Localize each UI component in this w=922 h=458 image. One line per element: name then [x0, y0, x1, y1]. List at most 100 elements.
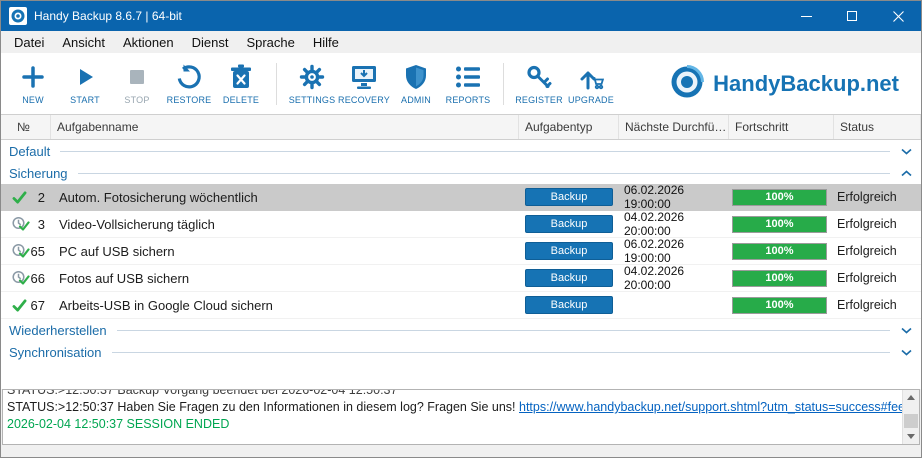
group-row-sicherung[interactable]: Sicherung: [1, 162, 921, 184]
task-id: 65: [31, 244, 51, 259]
chevron-down-icon[interactable]: [899, 349, 913, 356]
chevron-up-icon[interactable]: [899, 170, 913, 177]
task-table: Default Sicherung 2 Autom. Fotosicherung…: [1, 140, 921, 389]
chevron-down-icon[interactable]: [899, 327, 913, 334]
menu-sprache[interactable]: Sprache: [237, 33, 303, 52]
maximize-icon: [847, 11, 857, 21]
chevron-down-icon[interactable]: [899, 148, 913, 155]
menu-dienst[interactable]: Dienst: [183, 33, 238, 52]
stop-button[interactable]: STOP: [111, 56, 163, 112]
plus-icon: [21, 63, 45, 91]
group-label: Sicherung: [9, 166, 68, 181]
new-button[interactable]: NEW: [7, 56, 59, 112]
settings-button[interactable]: SETTINGS: [286, 56, 338, 112]
restore-button[interactable]: RESTORE: [163, 56, 215, 112]
task-next-run: 04.02.2026 20:00:00: [619, 264, 729, 292]
progress-value: 100%: [733, 217, 826, 232]
table-row[interactable]: 66 Fotos auf USB sichern Backup 04.02.20…: [1, 265, 921, 292]
upgrade-cart-icon: [578, 63, 604, 91]
clock-check-icon: [12, 243, 31, 259]
progress-bar: 100%: [732, 243, 827, 260]
trash-icon: [229, 63, 253, 91]
brand-logo-text: HandyBackup.net: [713, 71, 899, 97]
task-type-button[interactable]: Backup: [525, 215, 613, 233]
task-type-button[interactable]: Backup: [525, 269, 613, 287]
task-next-run: 04.02.2026 20:00:00: [619, 210, 729, 238]
table-row[interactable]: 2 Autom. Fotosicherung wöchentlich Backu…: [1, 184, 921, 211]
minimize-icon: [801, 11, 812, 22]
task-type-button[interactable]: Backup: [525, 188, 613, 206]
task-type-button[interactable]: Backup: [525, 296, 613, 314]
table-row[interactable]: 3 Video-Vollsicherung täglich Backup 04.…: [1, 211, 921, 238]
task-name: Fotos auf USB sichern: [51, 271, 519, 286]
play-icon: [73, 63, 97, 91]
delete-button[interactable]: DELETE: [215, 56, 267, 112]
shield-icon: [404, 63, 428, 91]
log-scrollbar[interactable]: [902, 390, 919, 444]
restore-icon: [176, 63, 202, 91]
list-icon: [455, 63, 481, 91]
monitor-icon: [350, 63, 378, 91]
group-divider: [112, 352, 891, 353]
task-name: PC auf USB sichern: [51, 244, 519, 259]
app-window: Handy Backup 8.6.7 | 64-bit Datei Ansich…: [0, 0, 922, 458]
menu-aktionen[interactable]: Aktionen: [114, 33, 183, 52]
log-line: STATUS:>12:50:37 Haben Sie Fragen zu den…: [7, 399, 914, 416]
window-title: Handy Backup 8.6.7 | 64-bit: [34, 9, 182, 23]
scrollbar-thumb[interactable]: [904, 414, 918, 428]
toolbar: NEW START STOP RESTORE DELETE: [1, 53, 921, 115]
progress-bar: 100%: [732, 189, 827, 206]
reports-button[interactable]: REPORTS: [442, 56, 494, 112]
clock-check-icon: [12, 216, 31, 232]
task-id: 67: [31, 298, 51, 313]
column-header-status[interactable]: Status: [834, 115, 921, 139]
group-row-synchronisation[interactable]: Synchronisation: [1, 341, 921, 363]
task-status: Erfolgreich: [834, 190, 921, 204]
register-button[interactable]: REGISTER: [513, 56, 565, 112]
task-status: Erfolgreich: [834, 217, 921, 231]
table-row[interactable]: 67 Arbeits-USB in Google Cloud sichern B…: [1, 292, 921, 319]
group-label: Wiederherstellen: [9, 323, 107, 338]
admin-button[interactable]: ADMIN: [390, 56, 442, 112]
brand-logo: HandyBackup.net: [670, 56, 917, 112]
close-button[interactable]: [875, 1, 921, 31]
task-name: Autom. Fotosicherung wöchentlich: [51, 190, 519, 205]
group-divider: [60, 151, 890, 152]
progress-bar: 100%: [732, 270, 827, 287]
scroll-down-icon[interactable]: [903, 429, 919, 444]
toolbar-separator: [276, 63, 277, 105]
group-row-default[interactable]: Default: [1, 140, 921, 162]
group-row-wiederherstellen[interactable]: Wiederherstellen: [1, 319, 921, 341]
task-status: Erfolgreich: [834, 298, 921, 312]
progress-bar: 100%: [732, 216, 827, 233]
status-strip: [1, 445, 921, 457]
task-id: 66: [31, 271, 51, 286]
key-icon: [526, 63, 552, 91]
minimize-button[interactable]: [783, 1, 829, 31]
maximize-button[interactable]: [829, 1, 875, 31]
table-row[interactable]: 65 PC auf USB sichern Backup 06.02.2026 …: [1, 238, 921, 265]
menu-datei[interactable]: Datei: [5, 33, 53, 52]
log-panel[interactable]: STATUS:>12:50:37 Backup Vorgang beendet …: [2, 389, 920, 445]
group-label: Default: [9, 144, 50, 159]
column-header-next[interactable]: Nächste Durchfü…: [619, 115, 729, 139]
task-name: Arbeits-USB in Google Cloud sichern: [51, 298, 519, 313]
menu-ansicht[interactable]: Ansicht: [53, 33, 114, 52]
window-controls: [783, 1, 921, 31]
recovery-button[interactable]: RECOVERY: [338, 56, 390, 112]
clock-check-icon: [12, 270, 31, 286]
scroll-up-icon[interactable]: [903, 390, 919, 405]
column-header-type[interactable]: Aufgabentyp: [519, 115, 619, 139]
column-header-num[interactable]: №: [1, 115, 51, 139]
column-header-name[interactable]: Aufgabenname: [51, 115, 519, 139]
toolbar-separator: [503, 63, 504, 105]
group-label: Synchronisation: [9, 345, 102, 360]
menu-hilfe[interactable]: Hilfe: [304, 33, 348, 52]
support-link[interactable]: https://www.handybackup.net/support.shtm…: [519, 400, 920, 414]
upgrade-button[interactable]: UPGRADE: [565, 56, 617, 112]
column-header-progress[interactable]: Fortschritt: [729, 115, 834, 139]
task-status: Erfolgreich: [834, 244, 921, 258]
progress-bar: 100%: [732, 297, 827, 314]
task-type-button[interactable]: Backup: [525, 242, 613, 260]
start-button[interactable]: START: [59, 56, 111, 112]
